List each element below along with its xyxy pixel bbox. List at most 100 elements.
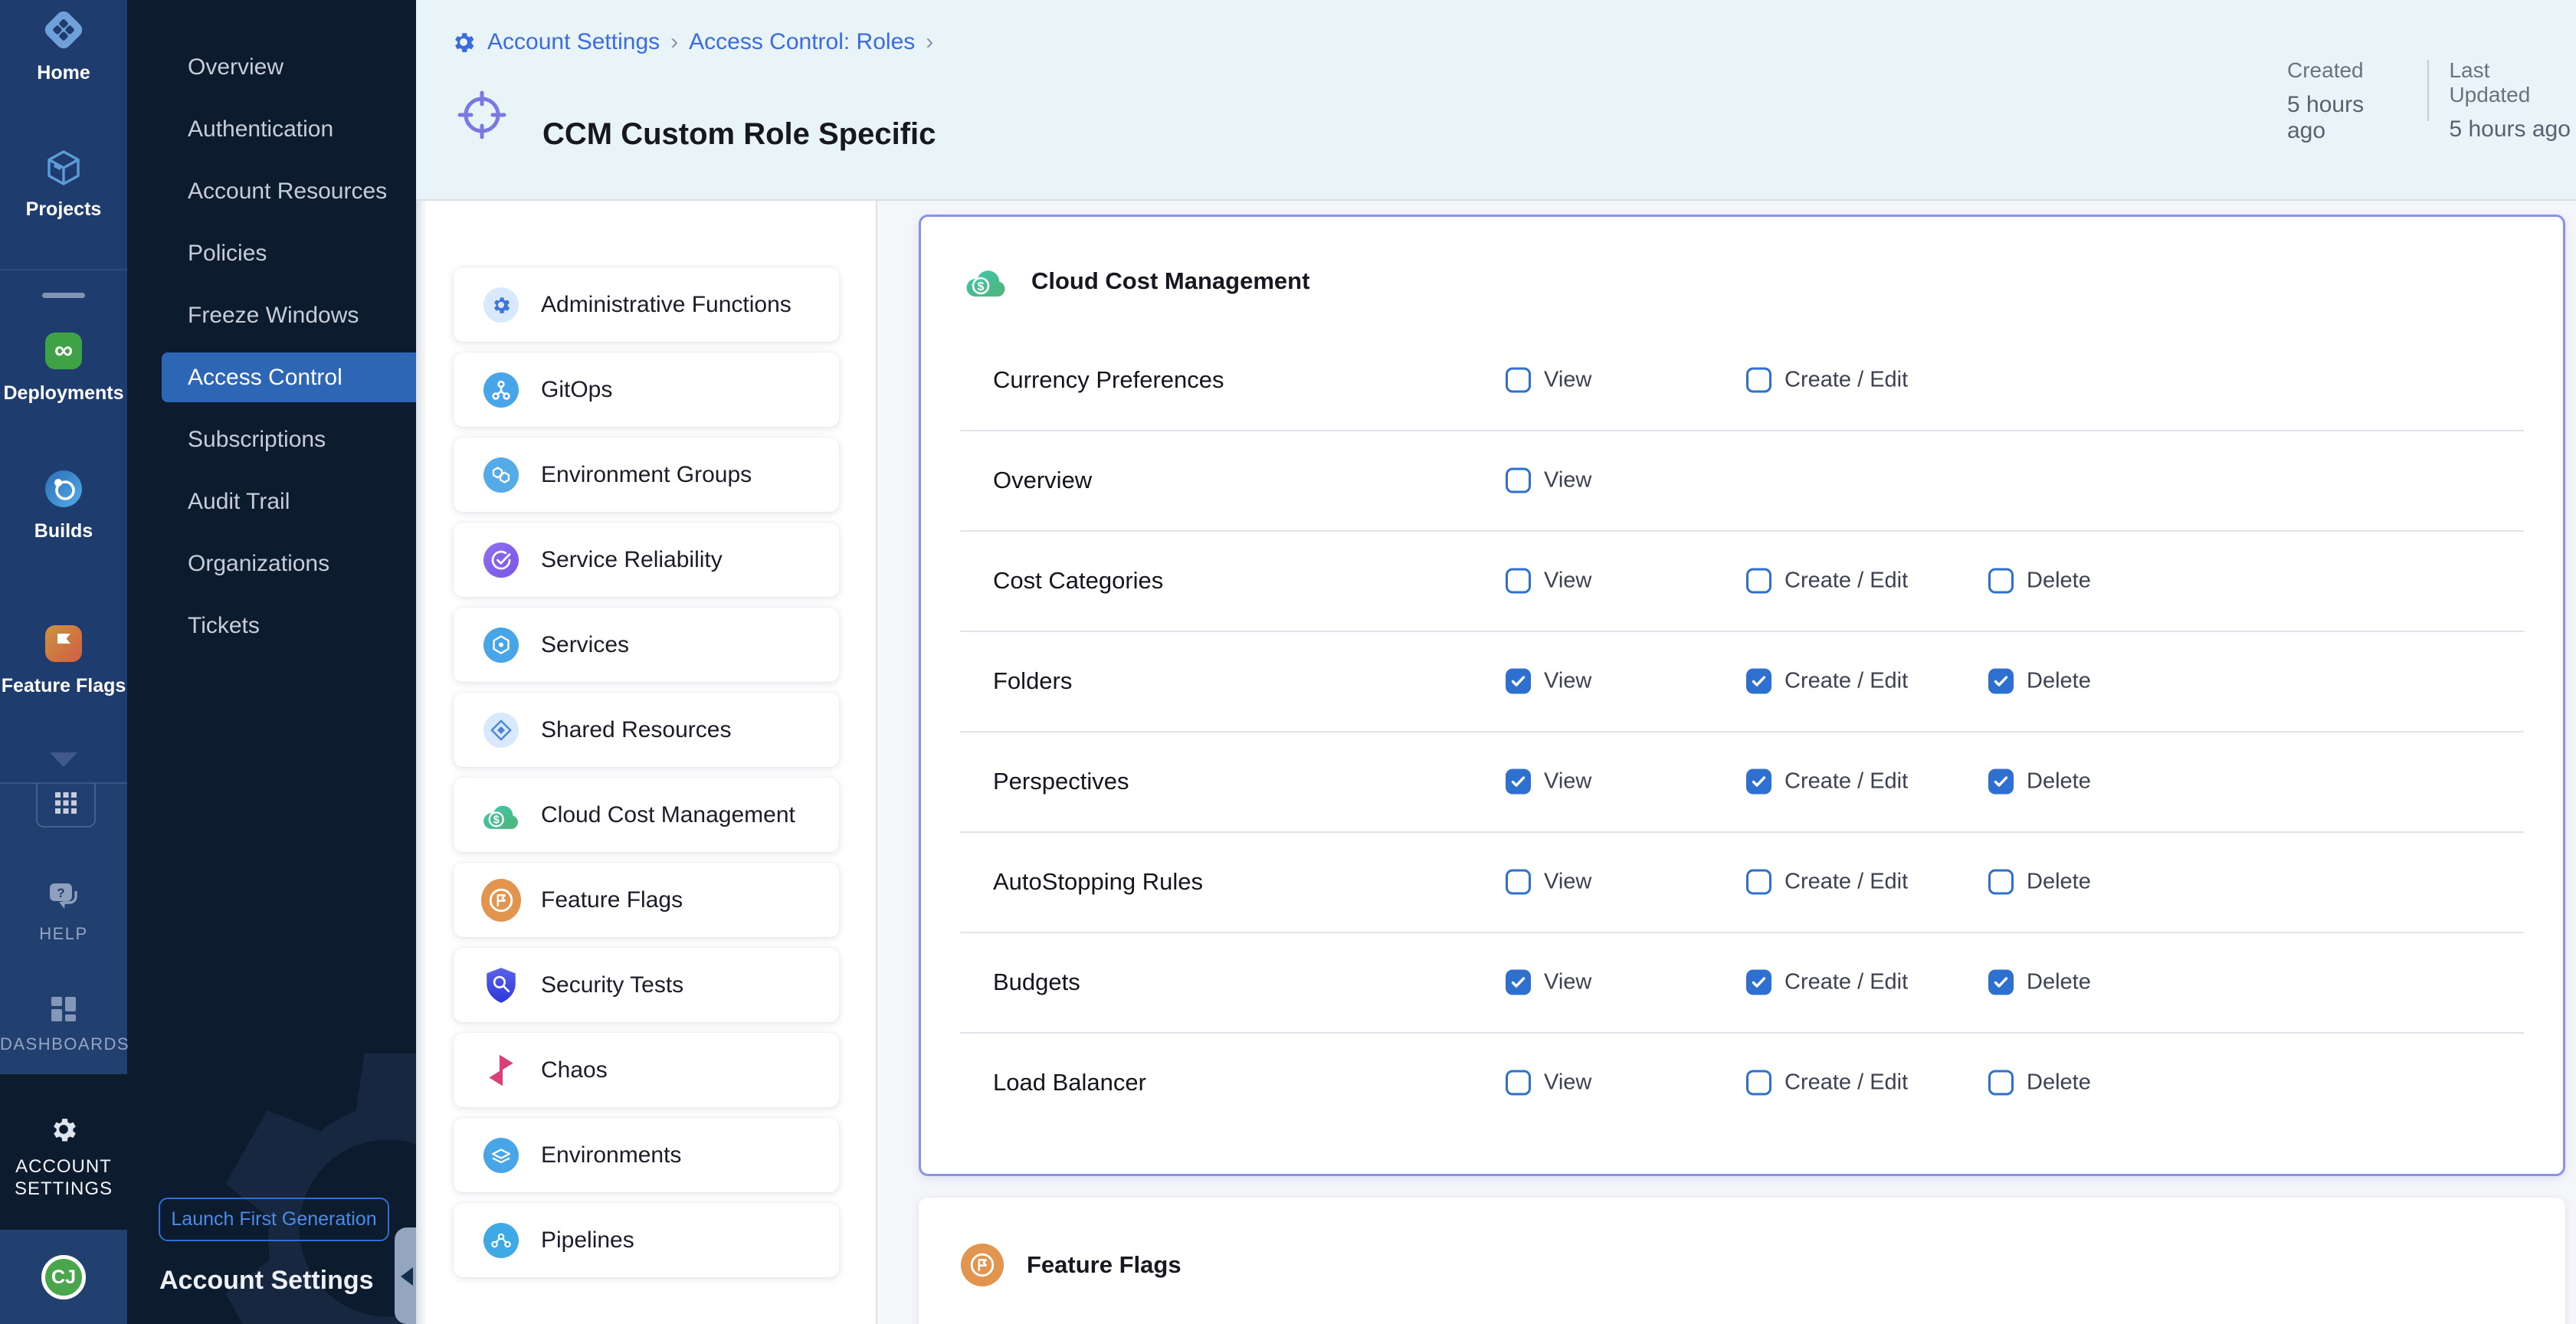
breadcrumb-link-account-settings[interactable]: Account Settings [487, 29, 660, 55]
category-chaos[interactable]: Chaos [454, 1033, 839, 1107]
create-edit-checkbox[interactable] [1746, 367, 1771, 392]
rail-item-dashboards[interactable]: DASHBOARDS [0, 993, 127, 1054]
sidebar-item-access-control[interactable]: Access Control [127, 346, 416, 408]
permission-label: Create / Edit [1785, 969, 1908, 995]
view-checkbox[interactable] [1506, 969, 1531, 995]
sidebar-item-tickets[interactable]: Tickets [127, 595, 416, 657]
sidebar-collapse-handle[interactable] [395, 1227, 416, 1324]
permission-load-balancer-view: View [1506, 1070, 1591, 1095]
launch-first-generation-button[interactable]: Launch First Generation [159, 1198, 389, 1241]
category-administrative-functions[interactable]: Administrative Functions [454, 267, 839, 342]
rail-item-projects[interactable]: Projects [0, 147, 127, 220]
view-checkbox[interactable] [1506, 668, 1531, 693]
create-edit-checkbox[interactable] [1746, 869, 1771, 894]
sidebar-item-subscriptions[interactable]: Subscriptions [127, 408, 416, 470]
permission-label: Create / Edit [1785, 1070, 1908, 1095]
rail-item-home[interactable]: Home [0, 8, 127, 84]
user-avatar[interactable]: CJ [41, 1255, 86, 1299]
sidebar-item-audit-trail[interactable]: Audit Trail [127, 470, 416, 533]
sidebar-item-overview[interactable]: Overview [127, 36, 416, 98]
resource-category-column: Administrative Functions GitOps Environmen… [416, 201, 877, 1324]
permission-perspectives-view: View [1506, 769, 1591, 794]
category-shared-resources[interactable]: Shared Resources [454, 693, 839, 767]
delete-checkbox[interactable] [1988, 568, 2014, 593]
resource-label: Budgets [993, 968, 1080, 996]
feature-flags-flag-icon [0, 622, 127, 665]
sidebar-item-organizations[interactable]: Organizations [127, 533, 416, 595]
permission-label: View [1544, 969, 1591, 995]
permission-label: View [1544, 1070, 1591, 1095]
create-edit-checkbox[interactable] [1746, 969, 1771, 995]
sidebar-item-authentication[interactable]: Authentication [127, 98, 416, 160]
permission-load-balancer-delete: Delete [1988, 1070, 2091, 1095]
environments-icon [481, 1138, 521, 1173]
category-cloud-cost-management[interactable]: $Cloud Cost Management [454, 778, 839, 852]
view-checkbox[interactable] [1506, 367, 1531, 392]
permission-perspectives-delete: Delete [1988, 769, 2091, 794]
create-edit-checkbox[interactable] [1746, 668, 1771, 693]
permission-load-balancer-create-edit: Create / Edit [1746, 1070, 1908, 1095]
category-gitops[interactable]: GitOps [454, 352, 839, 427]
permission-row-load-balancer: Load BalancerViewCreate / EditDelete [921, 1032, 2563, 1132]
category-services[interactable]: Services [454, 608, 839, 682]
service-reliability-icon [481, 542, 521, 578]
sidebar-item-label: Tickets [188, 613, 260, 638]
panel-header: $ Cloud Cost Management [964, 264, 1309, 298]
permission-currency-preferences-view: View [1506, 367, 1591, 392]
rail-item-deployments[interactable]: ∞ Deployments [0, 329, 127, 404]
cloud-cost-management-panel: $ Cloud Cost Management Currency Prefere… [919, 215, 2565, 1176]
rail-item-account-settings[interactable]: ACCOUNT SETTINGS [0, 1074, 127, 1230]
permission-cost-categories-create-edit: Create / Edit [1746, 568, 1908, 593]
delete-checkbox[interactable] [1988, 969, 2014, 995]
svg-text:$: $ [978, 280, 985, 293]
sidebar-item-label: Access Control [188, 365, 342, 390]
permission-label: View [1544, 568, 1591, 593]
category-environments[interactable]: Environments [454, 1118, 839, 1192]
view-checkbox[interactable] [1506, 869, 1531, 894]
delete-checkbox[interactable] [1988, 869, 2014, 894]
resource-label: Perspectives [993, 768, 1129, 795]
category-pipelines[interactable]: Pipelines [454, 1203, 839, 1277]
last-updated-label: Last Updated [2449, 58, 2576, 107]
resource-label: Folders [993, 667, 1072, 695]
sidebar-item-label: Audit Trail [188, 489, 290, 514]
svg-text:∞: ∞ [54, 336, 73, 365]
delete-checkbox[interactable] [1988, 668, 2014, 693]
settings-gear-icon [0, 1074, 127, 1145]
category-environment-groups[interactable]: Environment Groups [454, 438, 839, 512]
feature-flag-circle-icon [961, 1244, 1004, 1286]
view-checkbox[interactable] [1506, 568, 1531, 593]
category-service-reliability[interactable]: Service Reliability [454, 523, 839, 597]
permission-label: Create / Edit [1785, 568, 1908, 593]
rail-item-feature-flags[interactable]: Feature Flags [0, 622, 127, 696]
create-edit-checkbox[interactable] [1746, 1070, 1771, 1095]
permission-folders-create-edit: Create / Edit [1746, 668, 1908, 693]
sidebar-item-label: Policies [188, 241, 267, 266]
rail-divider [0, 269, 127, 270]
view-checkbox[interactable] [1506, 1070, 1531, 1095]
permission-budgets-delete: Delete [1988, 969, 2091, 995]
view-checkbox[interactable] [1506, 467, 1531, 493]
created-label: Created [2287, 58, 2407, 83]
sidebar-item-policies[interactable]: Policies [127, 222, 416, 284]
category-feature-flags[interactable]: Feature Flags [454, 863, 839, 937]
sidebar-item-account-resources[interactable]: Account Resources [127, 160, 416, 222]
create-edit-checkbox[interactable] [1746, 769, 1771, 794]
permission-row-perspectives: PerspectivesViewCreate / EditDelete [921, 731, 2563, 831]
rail-item-builds[interactable]: Builds [0, 467, 127, 542]
create-edit-checkbox[interactable] [1746, 568, 1771, 593]
collapse-left-icon [401, 1267, 413, 1286]
rail-item-help[interactable]: ? HELP [0, 881, 127, 944]
delete-checkbox[interactable] [1988, 1070, 2014, 1095]
breadcrumb-link-access-control-roles[interactable]: Access Control: Roles [689, 29, 915, 55]
module-picker-button[interactable] [36, 783, 96, 828]
category-security-tests[interactable]: Security Tests [454, 948, 839, 1022]
view-checkbox[interactable] [1506, 769, 1531, 794]
sidebar-item-freeze-windows[interactable]: Freeze Windows [127, 284, 416, 346]
rail-more-chevron-icon[interactable] [50, 752, 77, 767]
permission-label: View [1544, 869, 1591, 894]
permission-folders-delete: Delete [1988, 668, 2091, 693]
module-rail: Home Projects ∞ Deployments Builds [0, 0, 127, 1324]
dashboards-grid-icon [0, 993, 127, 1025]
delete-checkbox[interactable] [1988, 769, 2014, 794]
